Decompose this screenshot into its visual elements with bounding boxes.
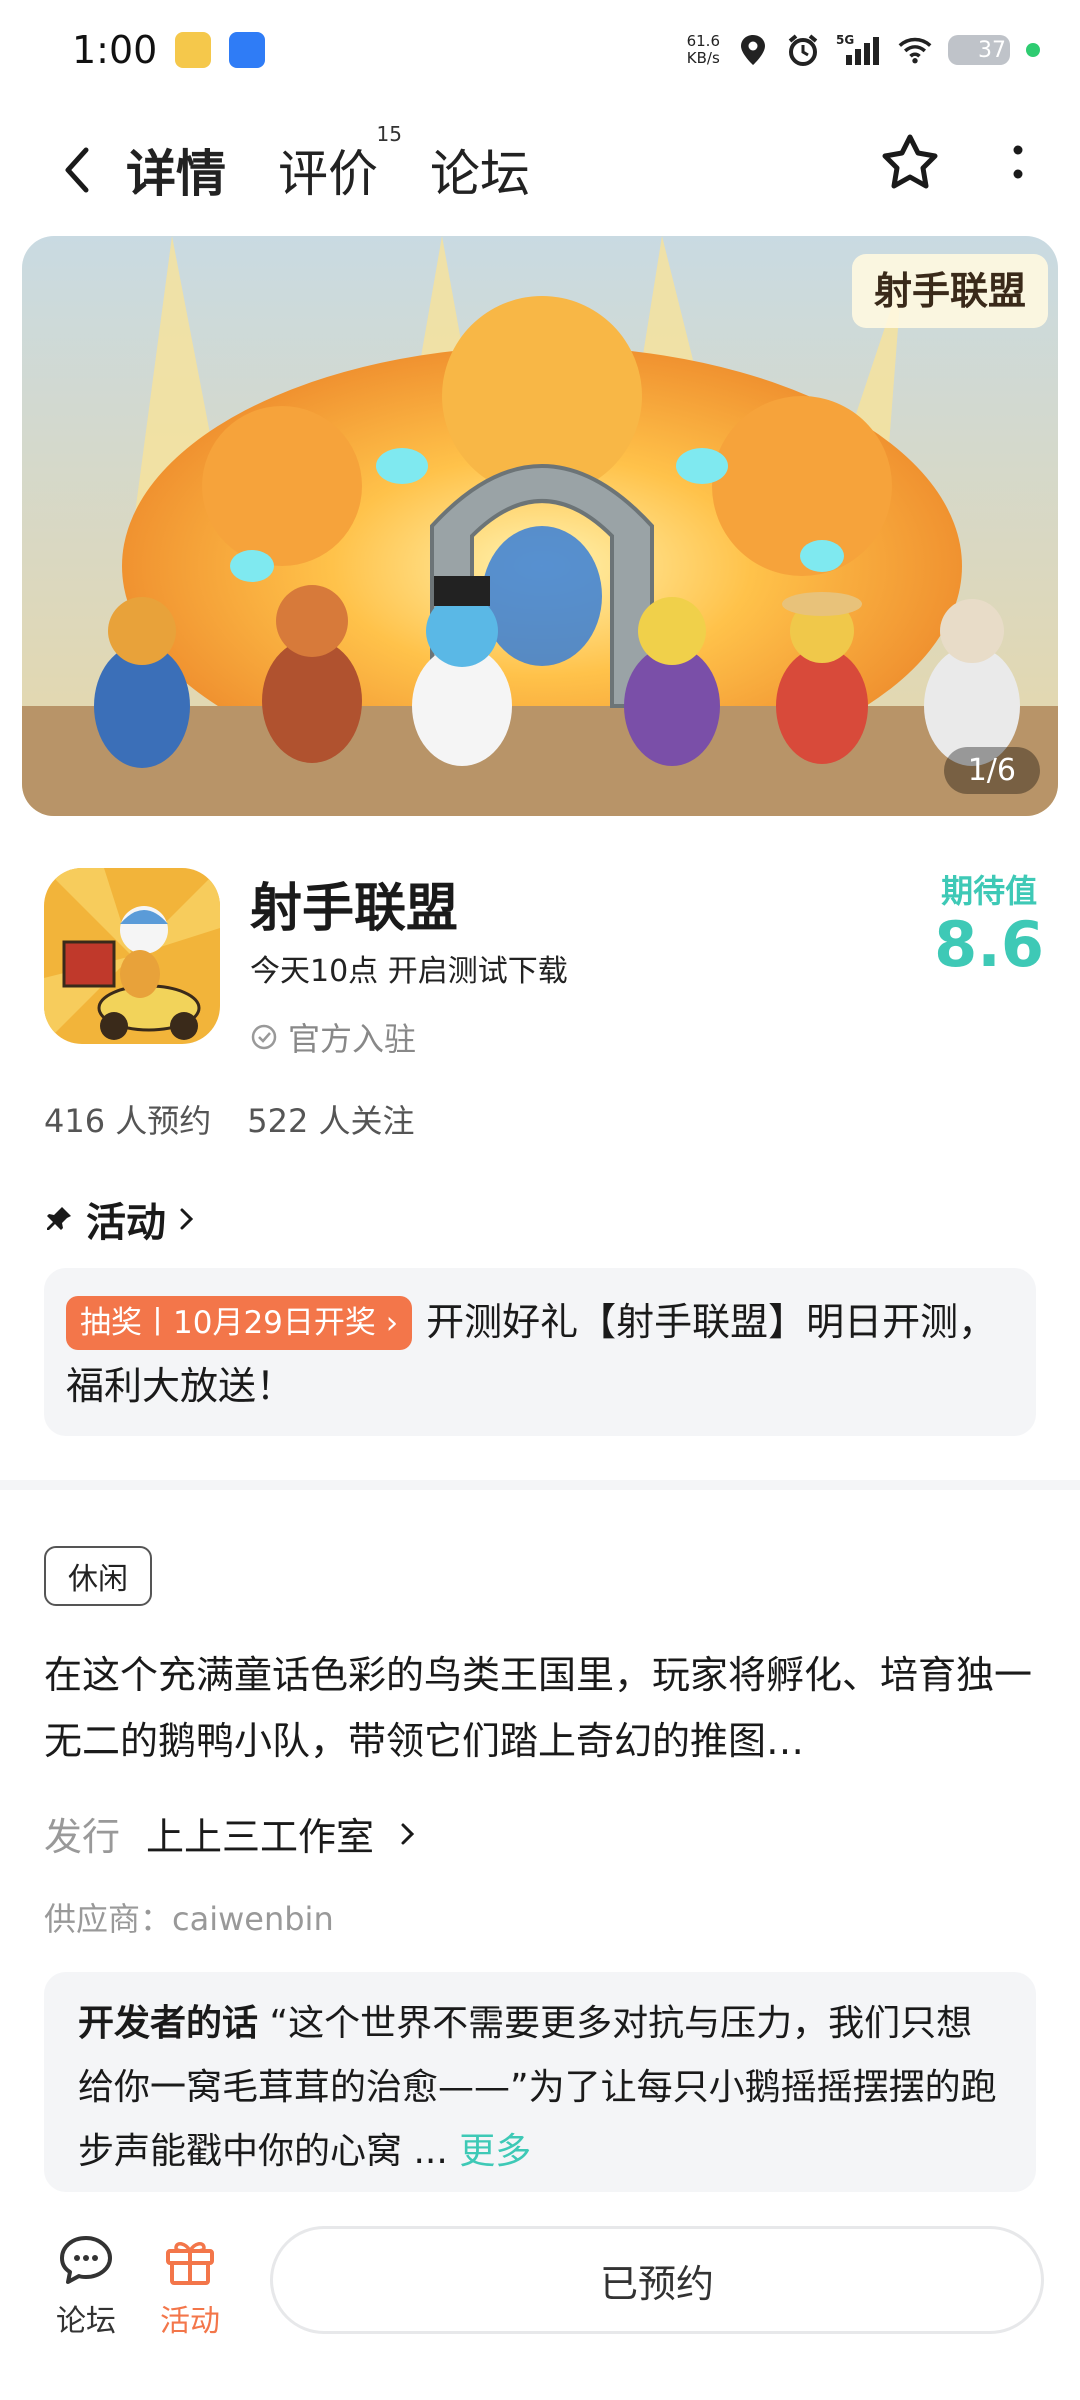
official-badge: 官方入驻	[250, 1014, 416, 1060]
expectation-label: 期待值	[941, 872, 1038, 910]
net-speed-unit: KB/s	[686, 49, 720, 67]
status-left: 1:00	[72, 28, 266, 72]
back-button[interactable]	[42, 135, 112, 205]
app-name: 射手联盟	[250, 879, 459, 939]
chevron-right-icon	[180, 1208, 194, 1230]
screenshot-carousel[interactable]: 射手联盟 1/6	[22, 236, 1058, 816]
publisher-row[interactable]: 发行 上上三工作室	[44, 1806, 416, 1861]
net-speed-value: 61.6	[686, 32, 720, 50]
star-icon	[882, 134, 938, 189]
publisher-label: 发行	[44, 1815, 121, 1859]
lottery-tag-label: 抽奖丨10月29日开奖	[80, 1305, 376, 1341]
tab-forum-label: 论坛	[430, 145, 530, 203]
developer-note-title: 开发者的话	[78, 2003, 259, 2044]
forum-button[interactable]: 论坛	[36, 2230, 136, 2340]
chevron-left-icon	[65, 147, 89, 193]
gift-icon	[160, 2230, 220, 2290]
tab-reviews[interactable]: 评价 15	[276, 122, 402, 206]
activity-heading: 活动	[86, 1200, 166, 1246]
section-divider	[0, 1480, 1080, 1490]
chevron-right-icon	[401, 1823, 415, 1844]
status-right: 61.6 KB/s 5G 37	[687, 33, 1040, 67]
more-options-button[interactable]	[986, 130, 1050, 194]
app-icon	[44, 868, 220, 1044]
app-release-note: 今天10点 开启测试下载	[250, 954, 568, 989]
game-logo-text: 射手联盟	[874, 271, 1026, 313]
developer-note-card[interactable]: 开发者的话 “这个世界不需要更多对抗与压力，我们只想给你一窝毛茸茸的治愈——”为…	[44, 1972, 1036, 2192]
favorite-button[interactable]	[878, 130, 942, 194]
tab-bar: 详情 评价 15 论坛	[120, 122, 532, 206]
chat-bubble-icon	[56, 2230, 116, 2290]
battery-level: 37	[978, 37, 1006, 63]
forum-label: 论坛	[56, 2304, 116, 2339]
location-icon	[736, 33, 770, 67]
official-label: 官方入驻	[288, 1020, 417, 1058]
notification-app-icon	[175, 32, 212, 68]
carousel-counter: 1/6	[943, 747, 1040, 794]
nav-actions	[878, 130, 1050, 194]
tab-details[interactable]: 详情	[120, 134, 232, 206]
bottom-action-bar: 论坛 活动 已预约	[0, 2200, 1080, 2400]
app-stats: 416 人预约 522 人关注	[44, 1096, 415, 1142]
game-description[interactable]: 在这个充满童话色彩的鸟类王国里，玩家将孵化、培育独一无二的鹅鸭小队，带领它们踏上…	[44, 1642, 1034, 1774]
reserved-button[interactable]: 已预约	[270, 2226, 1044, 2334]
reviews-count: 15	[376, 122, 402, 146]
app-info: 射手联盟 今天10点 开启测试下载 官方入驻 期待值 8.6	[44, 866, 1044, 1058]
privacy-dot	[1026, 43, 1040, 57]
banner-artwork: 射手联盟	[22, 236, 1058, 816]
genre-chip[interactable]: 休闲	[44, 1546, 152, 1606]
reservation-count: 416 人预约	[44, 1102, 212, 1140]
svg-text:5G: 5G	[836, 33, 854, 47]
alarm-icon	[786, 33, 820, 67]
expectation-score: 期待值 8.6	[934, 866, 1044, 978]
notification-app-icon-2	[229, 32, 266, 68]
activity-label: 活动	[160, 2304, 220, 2339]
status-time: 1:00	[72, 28, 158, 72]
wifi-icon	[898, 33, 932, 67]
verified-icon	[251, 1024, 277, 1050]
tab-forum[interactable]: 论坛	[428, 134, 532, 206]
expectation-value: 8.6	[934, 908, 1044, 981]
more-vertical-icon	[1013, 145, 1023, 179]
top-nav: 详情 评价 15 论坛	[0, 118, 1080, 222]
more-link[interactable]: 更多	[459, 2131, 531, 2172]
supplier-info: 供应商：caiwenbin	[44, 1900, 334, 1938]
net-speed: 61.6 KB/s	[687, 33, 720, 67]
activity-card[interactable]: 抽奖丨10月29日开奖 › 开测好礼【射手联盟】明日开测，福利大放送！	[44, 1268, 1036, 1436]
status-bar: 1:00 61.6 KB/s 5G 37	[0, 0, 1080, 100]
activity-section-header[interactable]: 活动	[44, 1190, 196, 1248]
pin-icon	[47, 1207, 71, 1230]
publisher-name: 上上三工作室	[146, 1815, 375, 1859]
lottery-tag[interactable]: 抽奖丨10月29日开奖 ›	[66, 1296, 413, 1350]
cell-signal-icon: 5G	[836, 33, 882, 67]
follower-count: 522 人关注	[247, 1102, 415, 1140]
activity-button[interactable]: 活动	[140, 2230, 240, 2340]
battery-indicator: 37	[948, 35, 1010, 65]
tab-details-label: 详情	[126, 145, 226, 203]
tab-reviews-label: 评价	[278, 145, 378, 203]
